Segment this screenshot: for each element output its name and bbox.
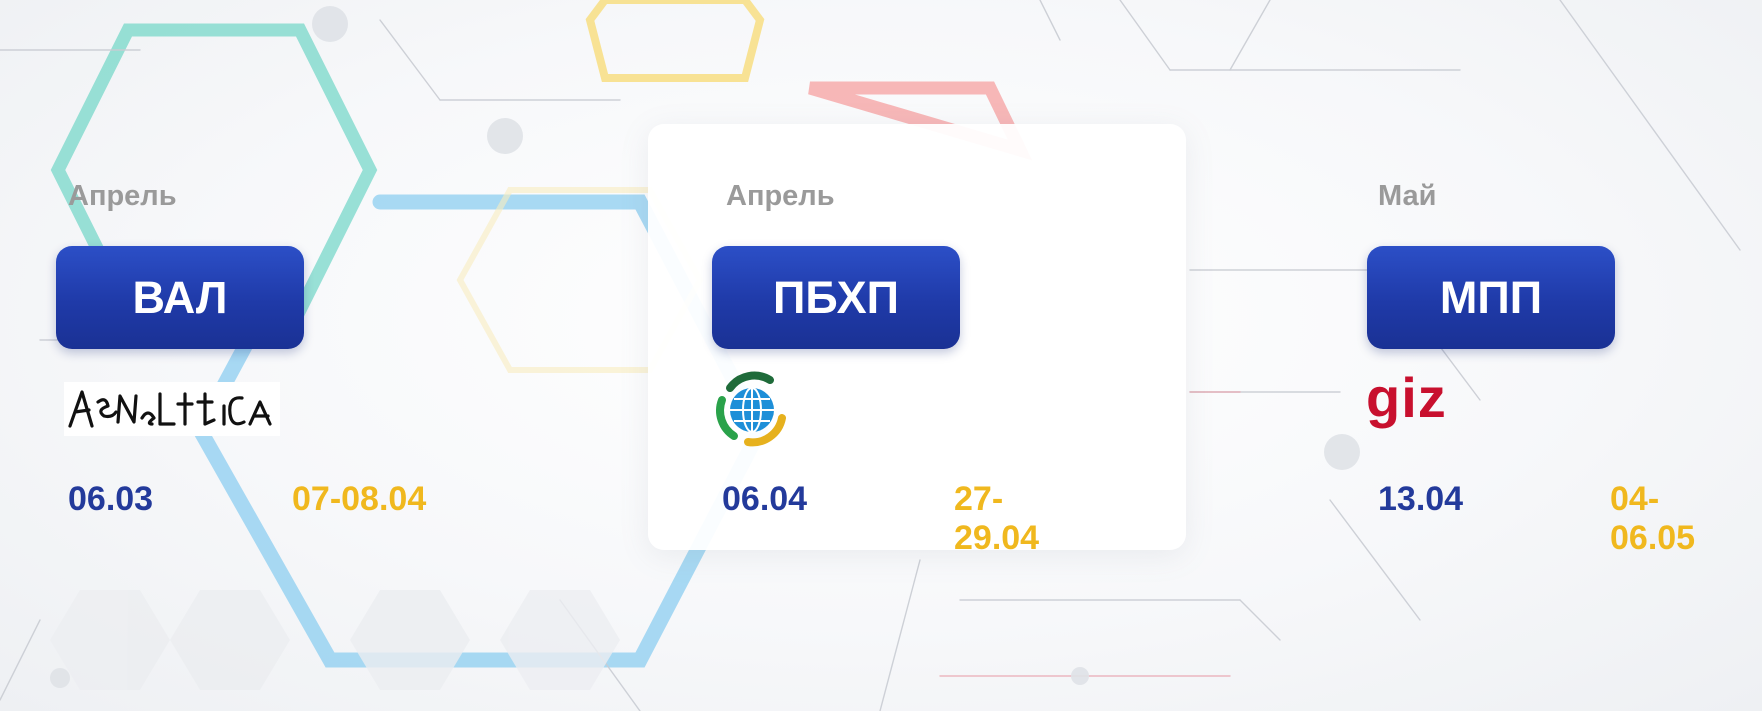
event-month: Май	[1378, 180, 1437, 212]
event-end-date: 04-06.05	[1610, 480, 1696, 557]
globe-logo-icon	[708, 366, 792, 455]
event-badge: ПБХП	[712, 246, 960, 349]
giz-logo-icon: giz	[1366, 366, 1447, 429]
event-badge: МПП	[1367, 246, 1615, 349]
timeline-slide: Апрель ВАЛ 06.03 07-08.04 Апрель ПБХП 06…	[0, 0, 1762, 711]
event-end-date: 27-29.04	[954, 480, 1040, 557]
event-month: Апрель	[726, 180, 835, 212]
event-column-mpp: Май МПП giz 13.04 04-06.05	[0, 0, 1695, 711]
event-start-date: 06.04	[722, 480, 808, 518]
event-start-date: 13.04	[1378, 480, 1464, 518]
